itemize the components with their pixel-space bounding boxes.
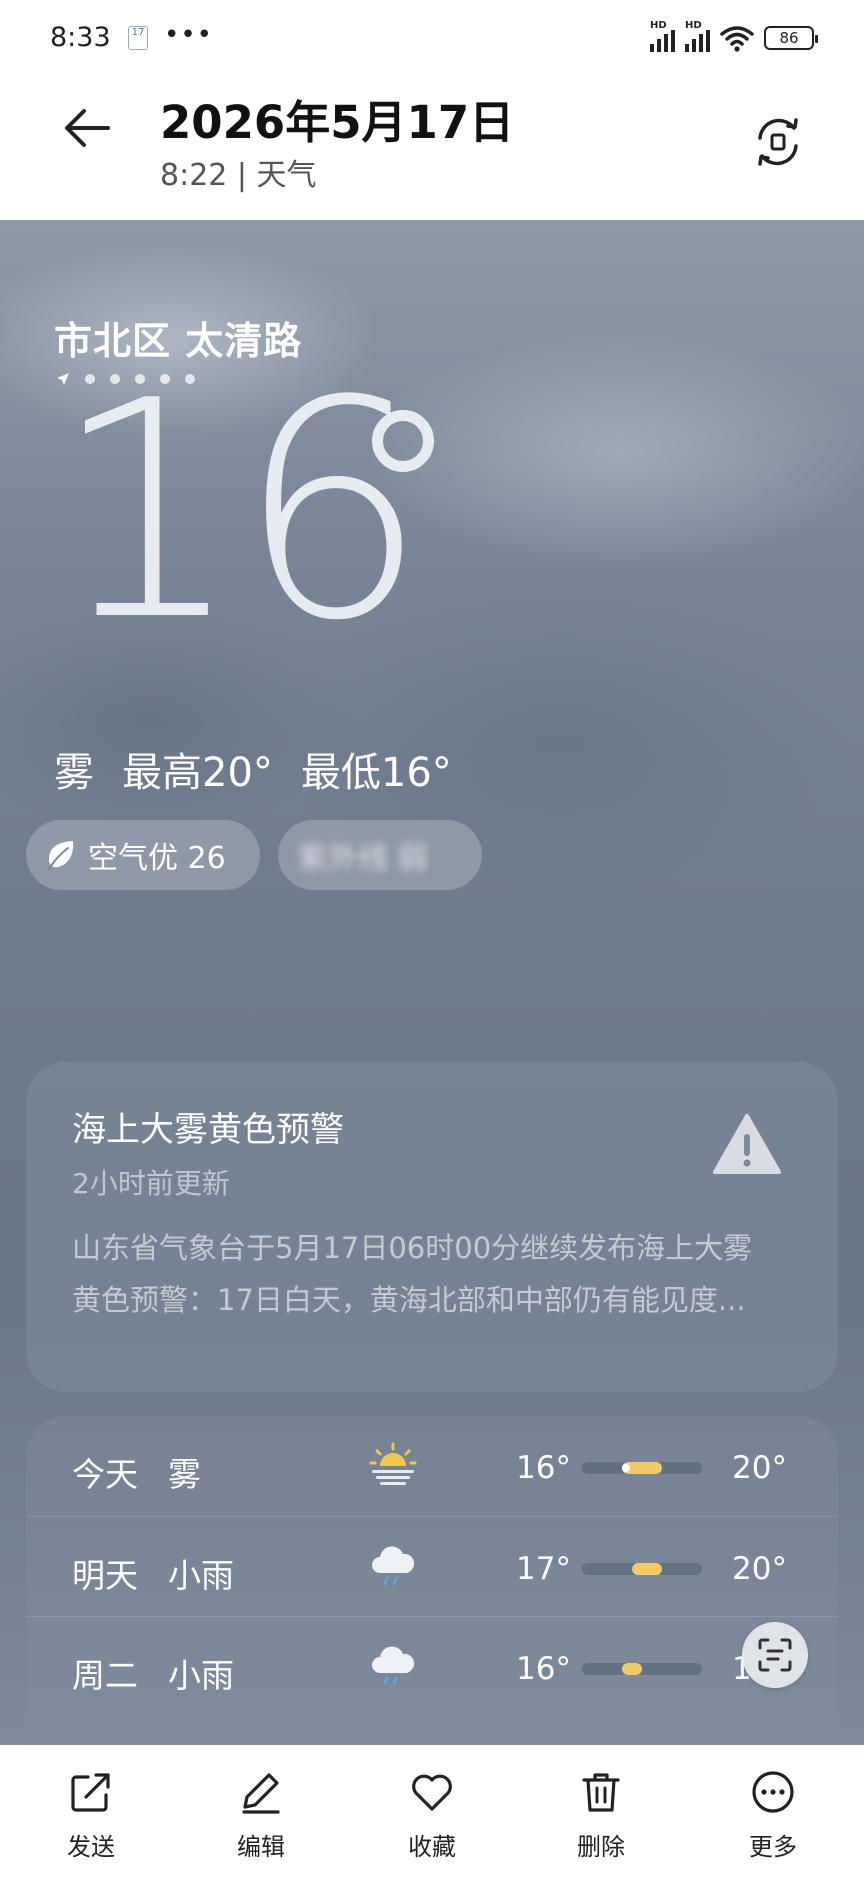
- temp-range-bar: [582, 1563, 702, 1575]
- forecast-condition: 小雨: [168, 1556, 234, 1595]
- favorite-button[interactable]: 收藏: [377, 1769, 487, 1869]
- forecast-day: 今天: [72, 1455, 138, 1494]
- rain-cloud-icon: [372, 1546, 415, 1586]
- air-quality-chip: 空气优 26: [26, 820, 260, 890]
- leaf-icon: [48, 841, 74, 870]
- share-icon: [71, 1773, 110, 1812]
- forecast-row: 今天 雾 16° 20°: [26, 1416, 838, 1516]
- delete-button[interactable]: 删除: [546, 1769, 656, 1869]
- delete-label: 删除: [577, 1833, 625, 1861]
- page-subtitle: 8:22 | 天气: [160, 158, 317, 193]
- temp-high: 最高20°: [122, 750, 273, 796]
- status-time: 8:33: [50, 22, 111, 53]
- weather-screenshot: 市北区 太清路 16 雾 最高20° 最低16° 空气优 26 紫外线 弱 海上…: [0, 220, 864, 1745]
- alert-body: 山东省气象台于5月17日06时00分继续发布海上大雾 黄色预警：17日白天，黄海…: [72, 1222, 792, 1326]
- more-notifications-icon: •••: [164, 20, 214, 50]
- temp-range-bar: [582, 1462, 702, 1474]
- wifi-icon: [720, 26, 754, 52]
- forecast-high: 20°: [732, 1551, 787, 1587]
- signal-1-icon: HD: [650, 20, 675, 52]
- scan-text-button[interactable]: [742, 1622, 808, 1688]
- status-icons: HD HD 86: [650, 20, 818, 52]
- forecast-low: 16°: [516, 1450, 571, 1486]
- temp-range-fill: [632, 1563, 662, 1575]
- action-bar: 发送 编辑 收藏 删除 更多: [0, 1745, 864, 1880]
- heart-icon: [412, 1774, 452, 1811]
- forecast-low: 16°: [516, 1651, 571, 1687]
- temp-low: 最低16°: [300, 750, 452, 796]
- pencil-icon: [242, 1773, 280, 1814]
- page-title: 2026年5月17日: [160, 96, 515, 149]
- temp-range-fill: [621, 1663, 642, 1675]
- back-button[interactable]: [58, 98, 118, 158]
- signal-2-icon: HD: [685, 20, 710, 52]
- forecast-condition: 小雨: [168, 1656, 234, 1695]
- forecast-row: 明天 小雨 17° 20°: [26, 1516, 838, 1616]
- current-condition: 雾: [54, 750, 94, 796]
- degree-symbol: [372, 410, 434, 472]
- trash-icon: [582, 1773, 620, 1812]
- header: 2026年5月17日 8:22 | 天气: [0, 78, 864, 220]
- forecast-card: 今天 雾 16° 20° 明天 小雨 17° 20° 周二 小雨 16° 1: [26, 1416, 838, 1745]
- favorite-label: 收藏: [408, 1833, 456, 1861]
- forecast-high: 20°: [732, 1450, 787, 1486]
- air-quality-label: 空气优 26: [88, 841, 226, 876]
- alert-title: 海上大雾黄色预警: [72, 1110, 344, 1150]
- forecast-day: 明天: [72, 1556, 138, 1595]
- edit-button[interactable]: 编辑: [206, 1769, 316, 1869]
- warning-triangle-icon: [713, 1114, 781, 1174]
- more-button[interactable]: 更多: [718, 1769, 828, 1869]
- more-circle-icon: [752, 1771, 794, 1813]
- alert-line-1: 山东省气象台于5月17日06时00分继续发布海上大雾: [72, 1231, 753, 1265]
- blurred-chip-text: 紫外线 弱: [298, 841, 428, 876]
- forecast-condition: 雾: [168, 1455, 201, 1494]
- rotate-icon: [758, 118, 798, 166]
- status-bar: 8:33 17 ••• HD HD 86: [0, 0, 864, 78]
- weather-alert-card: 海上大雾黄色预警 2小时前更新 山东省气象台于5月17日06时00分继续发布海上…: [26, 1062, 838, 1392]
- calendar-notification-icon: 17: [128, 26, 148, 50]
- forecast-day: 周二: [72, 1656, 138, 1695]
- arrow-left-icon: [65, 109, 110, 147]
- blurred-info-chip: 紫外线 弱: [278, 820, 482, 890]
- send-label: 发送: [67, 1833, 115, 1861]
- battery-indicator: 86: [764, 26, 818, 50]
- scan-icon: [758, 1638, 792, 1672]
- rain-cloud-icon: [372, 1646, 415, 1686]
- alert-updated: 2小时前更新: [72, 1167, 230, 1200]
- alert-line-2: 黄色预警：17日白天，黄海北部和中部仍有能见度...: [72, 1283, 746, 1317]
- forecast-low: 17°: [516, 1551, 571, 1587]
- edit-label: 编辑: [237, 1833, 285, 1861]
- current-temperature: 16: [52, 337, 428, 686]
- forecast-row: 周二 小雨 16° 1: [26, 1616, 838, 1716]
- condition-line: 雾 最高20° 最低16°: [54, 740, 452, 798]
- rotate-button[interactable]: [752, 116, 804, 168]
- sun-haze-icon: [369, 1442, 417, 1485]
- more-label: 更多: [749, 1833, 797, 1861]
- send-button[interactable]: 发送: [36, 1769, 146, 1869]
- current-temp-marker: [621, 1464, 630, 1472]
- temp-range-bar: [582, 1663, 702, 1675]
